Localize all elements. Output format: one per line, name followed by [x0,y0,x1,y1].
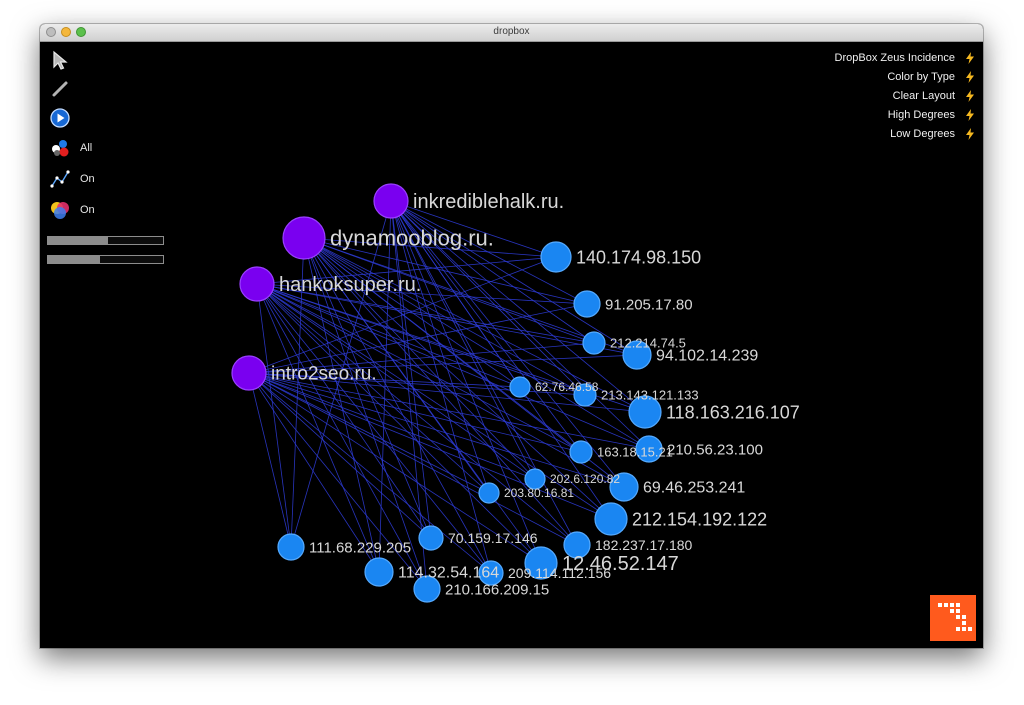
graph-edge [256,283,542,564]
graph-canvas[interactable]: 140.174.98.150 91.205.17.80 212.214.74.5 94… [40,42,983,648]
ip-node[interactable] [364,557,394,587]
action-label: High Degrees [887,108,955,121]
ip-node[interactable] [540,241,572,273]
ip-node-label: 209.114.112.156 [508,565,611,581]
grid-arrow-logo-icon [938,603,972,631]
color-wheel-icon [51,202,69,219]
label-size-slider-fill [48,256,100,263]
ip-node-label: 114.32.54.164 [398,565,499,582]
play-layout-button[interactable] [50,108,70,128]
ip-node-label: 203.80.16.81 [504,486,574,500]
domain-node-label: hankoksuper.ru. [279,274,421,296]
ip-node-label: 213.143.121.133 [601,388,699,403]
domain-node-label: dynamooblog.ru. [330,226,494,251]
action-label: DropBox Zeus Incidence [834,51,955,64]
domain-node-label: inkrediblehalk.ru. [413,191,564,213]
action-label: Low Degrees [890,127,955,140]
draw-tool-button[interactable] [50,79,70,99]
action-high-degrees[interactable]: High Degrees [835,105,975,124]
graph-labels: 140.174.98.15091.205.17.80212.214.74.594… [271,191,800,598]
colors-toggle-label: On [80,204,95,216]
node-size-slider-fill [48,237,108,244]
actions-menu: DropBox Zeus Incidence Color by Type Cle… [835,48,975,143]
lightning-bolt-icon [966,127,974,140]
pencil-icon [52,81,68,97]
lightning-bolt-icon [966,89,974,102]
ip-node-label: 111.68.229.205 [309,539,411,556]
ip-node-label: 140.174.98.150 [576,247,701,267]
action-low-degrees[interactable]: Low Degrees [835,124,975,143]
graph-edge [390,200,595,344]
ip-node-label: 70.159.17.146 [448,530,538,546]
node-filter-toggle[interactable]: All [50,138,92,158]
ip-node[interactable] [573,290,601,318]
ip-node[interactable] [569,440,593,464]
ip-node[interactable] [509,376,531,398]
graph-edge [248,372,428,590]
edges-toggle[interactable]: On [50,169,95,189]
pointer-arrow-icon [53,50,68,70]
domain-node-label: intro2seo.ru. [271,364,377,385]
domain-node[interactable] [239,266,275,302]
ip-node[interactable] [582,331,606,355]
node-size-slider[interactable] [47,236,164,245]
action-dropbox-zeus-incidence[interactable]: DropBox Zeus Incidence [835,48,975,67]
ip-node-label: 94.102.14.239 [656,348,758,365]
ip-node[interactable] [478,482,500,504]
ip-node-label: 202.6.120.82 [550,472,620,486]
domain-node[interactable] [282,216,326,260]
lightning-bolt-icon [966,51,974,64]
edges-toggle-label: On [80,173,95,185]
ip-node-label: 163.18.15.21 [597,445,673,460]
ip-node-label: 210.166.209.15 [445,581,549,598]
ip-node[interactable] [418,525,444,551]
play-icon [50,108,70,128]
title-bar[interactable]: dropbox [40,24,983,42]
ip-node-label: 212.154.192.122 [632,509,767,529]
lightning-bolt-icon [966,108,974,121]
ip-node-label: 62.76.46.58 [535,380,599,394]
ip-node[interactable] [277,533,305,561]
domain-node[interactable] [373,183,409,219]
app-logo-button[interactable] [930,595,976,641]
ip-node-label: 210.56.23.100 [667,441,763,458]
label-size-slider[interactable] [47,255,164,264]
ip-node-label: 69.46.253.241 [643,480,745,497]
action-clear-layout[interactable]: Clear Layout [835,86,975,105]
window-title: dropbox [493,26,530,37]
line-graph-icon [50,170,70,188]
ip-node-label: 91.205.17.80 [605,296,693,313]
select-tool-button[interactable] [50,50,70,70]
action-label: Color by Type [887,70,955,83]
colors-toggle[interactable]: On [50,200,95,220]
node-filter-label: All [80,142,93,154]
lightning-bolt-icon [966,70,974,83]
ip-node-label: 182.237.17.180 [595,537,693,553]
action-label: Clear Layout [892,89,955,102]
ip-node[interactable] [594,502,628,536]
app-window: dropbox 140.174.98.150 91.205.17.80 212.21… [40,24,983,648]
node-types-icon [52,140,69,157]
graph-edge [390,200,492,574]
ip-node-label: 118.163.216.107 [666,402,800,422]
domain-node[interactable] [231,355,267,391]
action-color-by-type[interactable]: Color by Type [835,67,975,86]
